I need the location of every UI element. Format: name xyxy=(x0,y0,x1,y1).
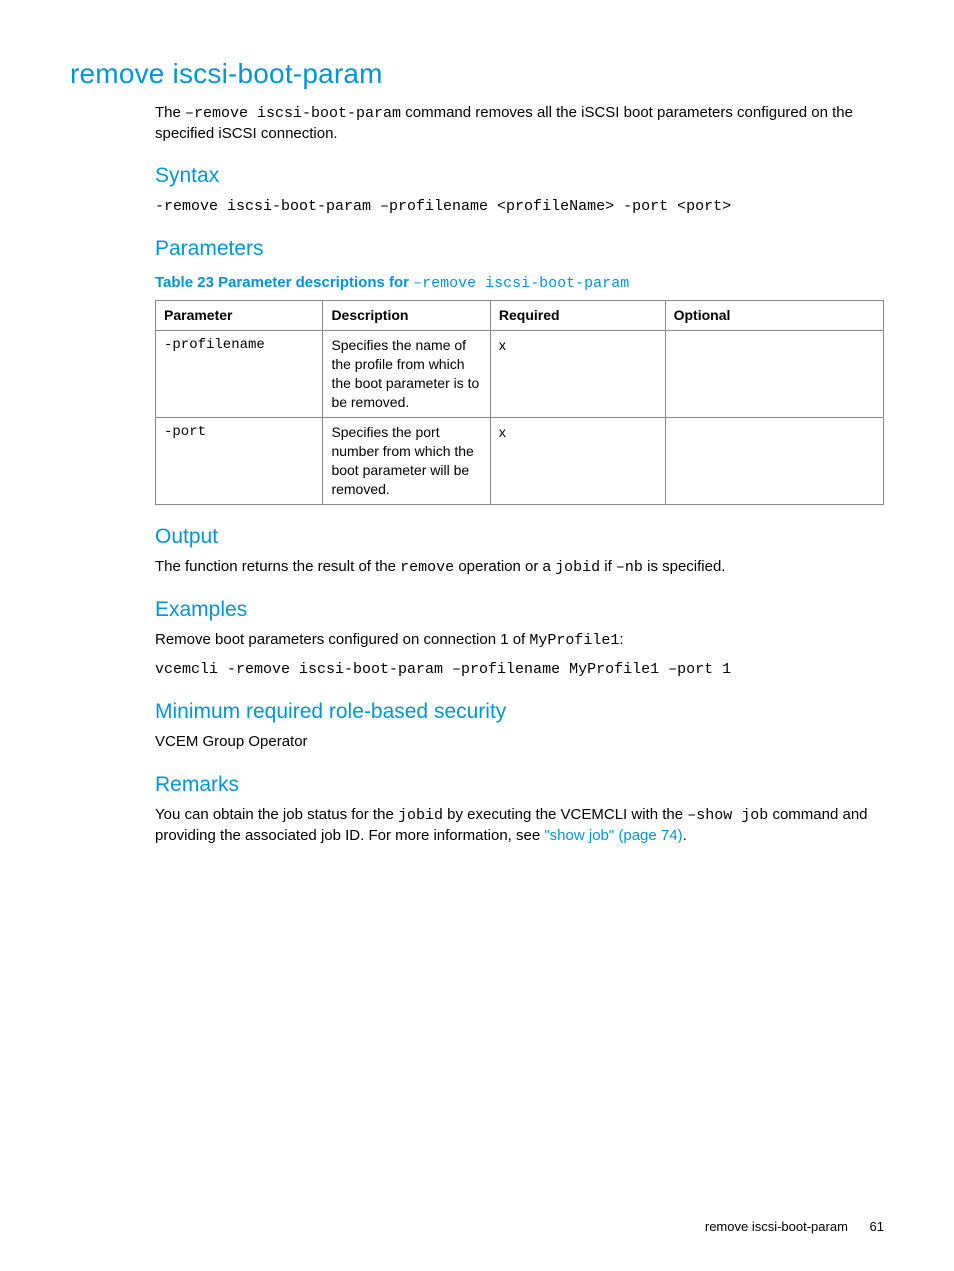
footer-page-number: 61 xyxy=(870,1219,884,1234)
rm-t1: You can obtain the job status for the xyxy=(155,806,398,823)
intro-command: –remove iscsi-boot-param xyxy=(185,105,401,122)
table-header-row: Parameter Description Required Optional xyxy=(156,301,884,331)
caption-code: –remove iscsi-boot-param xyxy=(413,275,629,292)
cell-desc: Specifies the port number from which the… xyxy=(323,417,490,504)
cell-param: -port xyxy=(156,417,323,504)
ex-post: : xyxy=(619,631,623,648)
col-description: Description xyxy=(323,301,490,331)
examples-heading: Examples xyxy=(155,596,884,624)
cell-opt xyxy=(665,331,883,418)
table-caption: Table 23 Parameter descriptions for –rem… xyxy=(155,273,884,294)
remarks-heading: Remarks xyxy=(155,771,884,799)
show-job-link[interactable]: "show job" (page 74) xyxy=(544,827,682,844)
output-heading: Output xyxy=(155,523,884,551)
output-c2: jobid xyxy=(555,559,600,576)
page-title: remove iscsi-boot-param xyxy=(70,55,884,93)
security-text: VCEM Group Operator xyxy=(155,732,884,752)
rm-c2: –show job xyxy=(687,807,768,824)
output-c1: remove xyxy=(400,559,454,576)
examples-code: vcemcli -remove iscsi-boot-param –profil… xyxy=(155,660,884,680)
parameters-heading: Parameters xyxy=(155,235,884,263)
page-footer: remove iscsi-boot-param 61 xyxy=(705,1218,884,1236)
ex-code: MyProfile1 xyxy=(529,632,619,649)
output-t4: is specified. xyxy=(643,558,726,575)
intro-pre: The xyxy=(155,104,185,121)
output-text: The function returns the result of the r… xyxy=(155,557,884,578)
parameters-table: Parameter Description Required Optional … xyxy=(155,300,884,504)
ex-pre: Remove boot parameters configured on con… xyxy=(155,631,529,648)
col-optional: Optional xyxy=(665,301,883,331)
output-t3: if xyxy=(600,558,616,575)
examples-line1: Remove boot parameters configured on con… xyxy=(155,630,884,651)
rm-t4: . xyxy=(683,827,687,844)
col-required: Required xyxy=(490,301,665,331)
output-t2: operation or a xyxy=(454,558,555,575)
syntax-heading: Syntax xyxy=(155,162,884,190)
output-c3: –nb xyxy=(616,559,643,576)
security-heading: Minimum required role-based security xyxy=(155,698,884,726)
syntax-code: -remove iscsi-boot-param –profilename <p… xyxy=(155,197,884,217)
cell-req: x xyxy=(490,331,665,418)
intro-text: The –remove iscsi-boot-param command rem… xyxy=(155,103,884,145)
remarks-text: You can obtain the job status for the jo… xyxy=(155,805,884,847)
cell-desc: Specifies the name of the profile from w… xyxy=(323,331,490,418)
cell-opt xyxy=(665,417,883,504)
caption-prefix: Table 23 Parameter descriptions for xyxy=(155,274,413,291)
table-row: -profilename Specifies the name of the p… xyxy=(156,331,884,418)
cell-req: x xyxy=(490,417,665,504)
output-t1: The function returns the result of the xyxy=(155,558,400,575)
footer-label: remove iscsi-boot-param xyxy=(705,1219,848,1234)
rm-t2: by executing the VCEMCLI with the xyxy=(443,806,687,823)
cell-param: -profilename xyxy=(156,331,323,418)
table-row: -port Specifies the port number from whi… xyxy=(156,417,884,504)
col-parameter: Parameter xyxy=(156,301,323,331)
rm-c1: jobid xyxy=(398,807,443,824)
